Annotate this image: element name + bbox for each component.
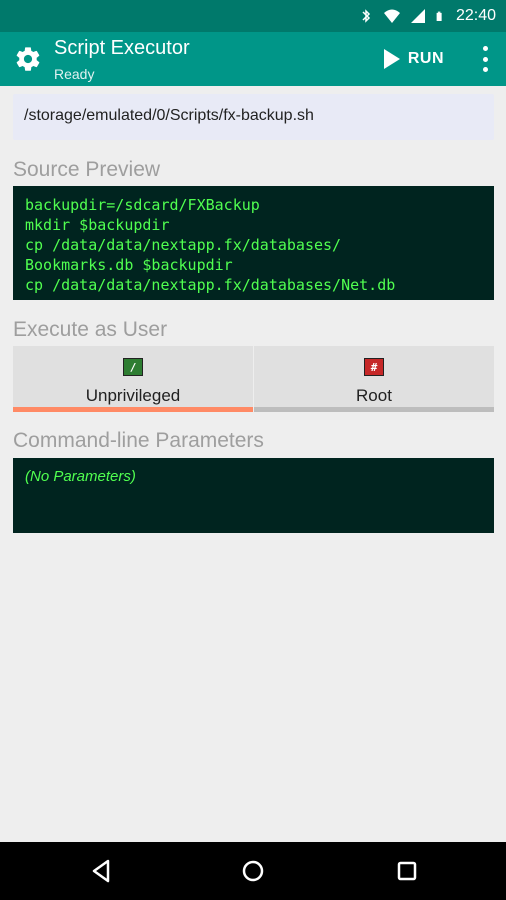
app-status: Ready: [54, 66, 95, 82]
script-path-field[interactable]: /storage/emulated/0/Scripts/fx-backup.sh: [13, 94, 494, 140]
parameters-field[interactable]: (No Parameters): [13, 458, 494, 533]
status-time: 22:40: [455, 7, 496, 24]
option-label: Root: [356, 386, 392, 405]
battery-icon: [436, 11, 442, 21]
user-selector: / Unprivileged # Root: [13, 346, 494, 412]
run-label: RUN: [407, 50, 444, 67]
back-icon[interactable]: [86, 856, 116, 886]
recents-icon[interactable]: [392, 856, 422, 886]
parameters-value: (No Parameters): [25, 468, 136, 485]
app-bar: Script Executor Ready RUN: [0, 32, 506, 86]
code-line: cp /data/data/nextapp.fx/databases/: [25, 236, 342, 254]
source-preview-heading: Source Preview: [13, 158, 161, 181]
wifi-icon: [383, 9, 400, 23]
user-prompt-icon: /: [123, 358, 143, 376]
code-line: backupdir=/sdcard/FXBackup: [25, 196, 260, 214]
status-bar: 22:40: [0, 0, 506, 32]
option-label: Unprivileged: [85, 386, 181, 405]
overflow-menu-icon[interactable]: [482, 46, 488, 72]
unselected-indicator: [254, 407, 494, 412]
execute-as-heading: Execute as User: [13, 318, 168, 341]
parameters-heading: Command-line Parameters: [13, 429, 264, 452]
app-title: Script Executor: [54, 37, 190, 59]
code-line: Bookmarks.db $backupdir: [25, 256, 233, 274]
gear-icon[interactable]: [14, 45, 42, 73]
source-preview: backupdir=/sdcard/FXBackup mkdir $backupd…: [13, 186, 494, 300]
navigation-bar: [0, 842, 506, 900]
run-button[interactable]: RUN: [383, 46, 444, 72]
option-root[interactable]: # Root: [253, 346, 494, 412]
selected-indicator: [13, 407, 253, 412]
code-line: mkdir $backupdir: [25, 216, 170, 234]
home-icon[interactable]: [238, 856, 268, 886]
play-icon: [383, 49, 400, 69]
root-prompt-icon: #: [364, 358, 384, 376]
bluetooth-icon: [362, 9, 371, 23]
signal-icon: [410, 9, 425, 23]
code-line: cp /data/data/nextapp.fx/databases/Net.d…: [25, 276, 396, 294]
option-unprivileged[interactable]: / Unprivileged: [13, 346, 253, 412]
